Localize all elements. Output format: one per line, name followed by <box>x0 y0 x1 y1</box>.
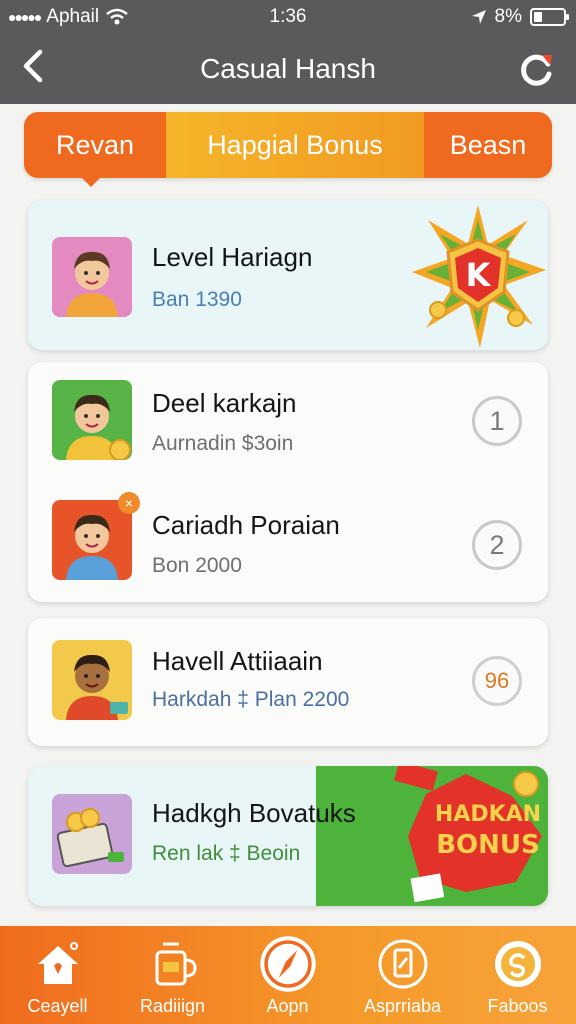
tab-bar: Revan Hapgial Bonus Beasn <box>24 112 552 178</box>
nav-item-aopn[interactable]: Aopn <box>230 926 345 1024</box>
rank-badge: 1 <box>472 396 522 446</box>
nav-label: Faboos <box>487 996 548 1016</box>
rank-badge: 96 <box>472 656 522 706</box>
list-item-name: Havell Attiiaain <box>152 646 323 676</box>
close-icon: × <box>118 492 140 514</box>
rank-badge: 2 <box>472 520 522 570</box>
emblem-letter: K <box>466 256 492 294</box>
promo-card[interactable]: HADKAN BONUS Hadkgh Bovatuks Ren lak ‡ B… <box>28 766 548 906</box>
tab-hapgial-bonus[interactable]: Hapgial Bonus <box>166 112 424 178</box>
nav-label: Ceayell <box>27 996 88 1016</box>
list-item-name: Deel karkajn <box>152 388 297 418</box>
avatar <box>52 380 132 460</box>
avatar <box>52 237 132 317</box>
featured-sub: Ban 1390 <box>152 288 242 311</box>
compass-icon <box>259 936 316 992</box>
tab-revan[interactable]: Revan <box>24 112 166 178</box>
list-item[interactable]: Havell Attiiaain Harkdah ‡ Plan 2200 96 <box>28 618 548 746</box>
list-item-sub: Harkdah ‡ Plan 2200 <box>152 688 350 711</box>
featured-card[interactable]: Level Hariagn Ban 1390 K <box>28 200 548 350</box>
featured-name: Level Hariagn <box>152 242 313 272</box>
location-icon <box>471 10 486 24</box>
nav-label: Aopn <box>266 996 309 1016</box>
battery-percent: 8% <box>494 6 522 27</box>
top-bar: Casual Hansh <box>0 34 576 104</box>
battery-icon <box>530 8 569 26</box>
coin-icon <box>494 941 541 987</box>
promo-sub: Ren lak ‡ Beoin <box>152 842 301 865</box>
bottom-nav: Ceayell Radiiign Aopn Asprriaba Faboos <box>0 926 576 1024</box>
promo-banner-text: HADKAN BONUS <box>428 800 548 860</box>
promo-banner-line2: BONUS <box>436 830 540 860</box>
ranking-card: Deel karkajn Aurnadin $3oin 1 × Cariadh … <box>28 362 548 602</box>
page-title: Casual Hansh <box>200 53 376 84</box>
nav-label: Radiiign <box>139 996 206 1016</box>
home-icon <box>37 942 78 984</box>
nav-label: Asprriaba <box>363 996 442 1016</box>
nav-item-asprriaba[interactable]: Asprriaba <box>345 926 460 1024</box>
status-right: 8% <box>471 6 569 28</box>
tab-indicator <box>82 178 100 187</box>
avatar: × <box>52 492 140 580</box>
tab-beasn[interactable]: Beasn <box>424 112 552 178</box>
promo-name: Hadkgh Bovatuks <box>152 798 356 828</box>
bonus-emblem: K <box>408 200 548 350</box>
mug-icon <box>155 942 197 986</box>
promo-banner-line1: HADKAN <box>434 802 542 827</box>
promo-banner-bg: HADKAN BONUS <box>316 766 548 906</box>
list-item-sub: Aurnadin $3oin <box>152 432 294 455</box>
tablet-icon <box>378 939 427 989</box>
refresh-icon <box>521 54 552 86</box>
avatar <box>52 794 132 874</box>
nav-item-radiiign[interactable]: Radiiign <box>115 926 230 1024</box>
nav-item-ceayell[interactable]: Ceayell <box>0 926 115 1024</box>
avatar <box>52 640 132 720</box>
nav-item-faboos[interactable]: Faboos <box>460 926 575 1024</box>
list-item-sub: Bon 2000 <box>152 554 242 577</box>
list-item-name: Cariadh Poraian <box>152 510 340 540</box>
refresh-button[interactable] <box>518 50 556 88</box>
status-bar: ●●●●● Aphail 1:36 8% <box>0 0 576 34</box>
